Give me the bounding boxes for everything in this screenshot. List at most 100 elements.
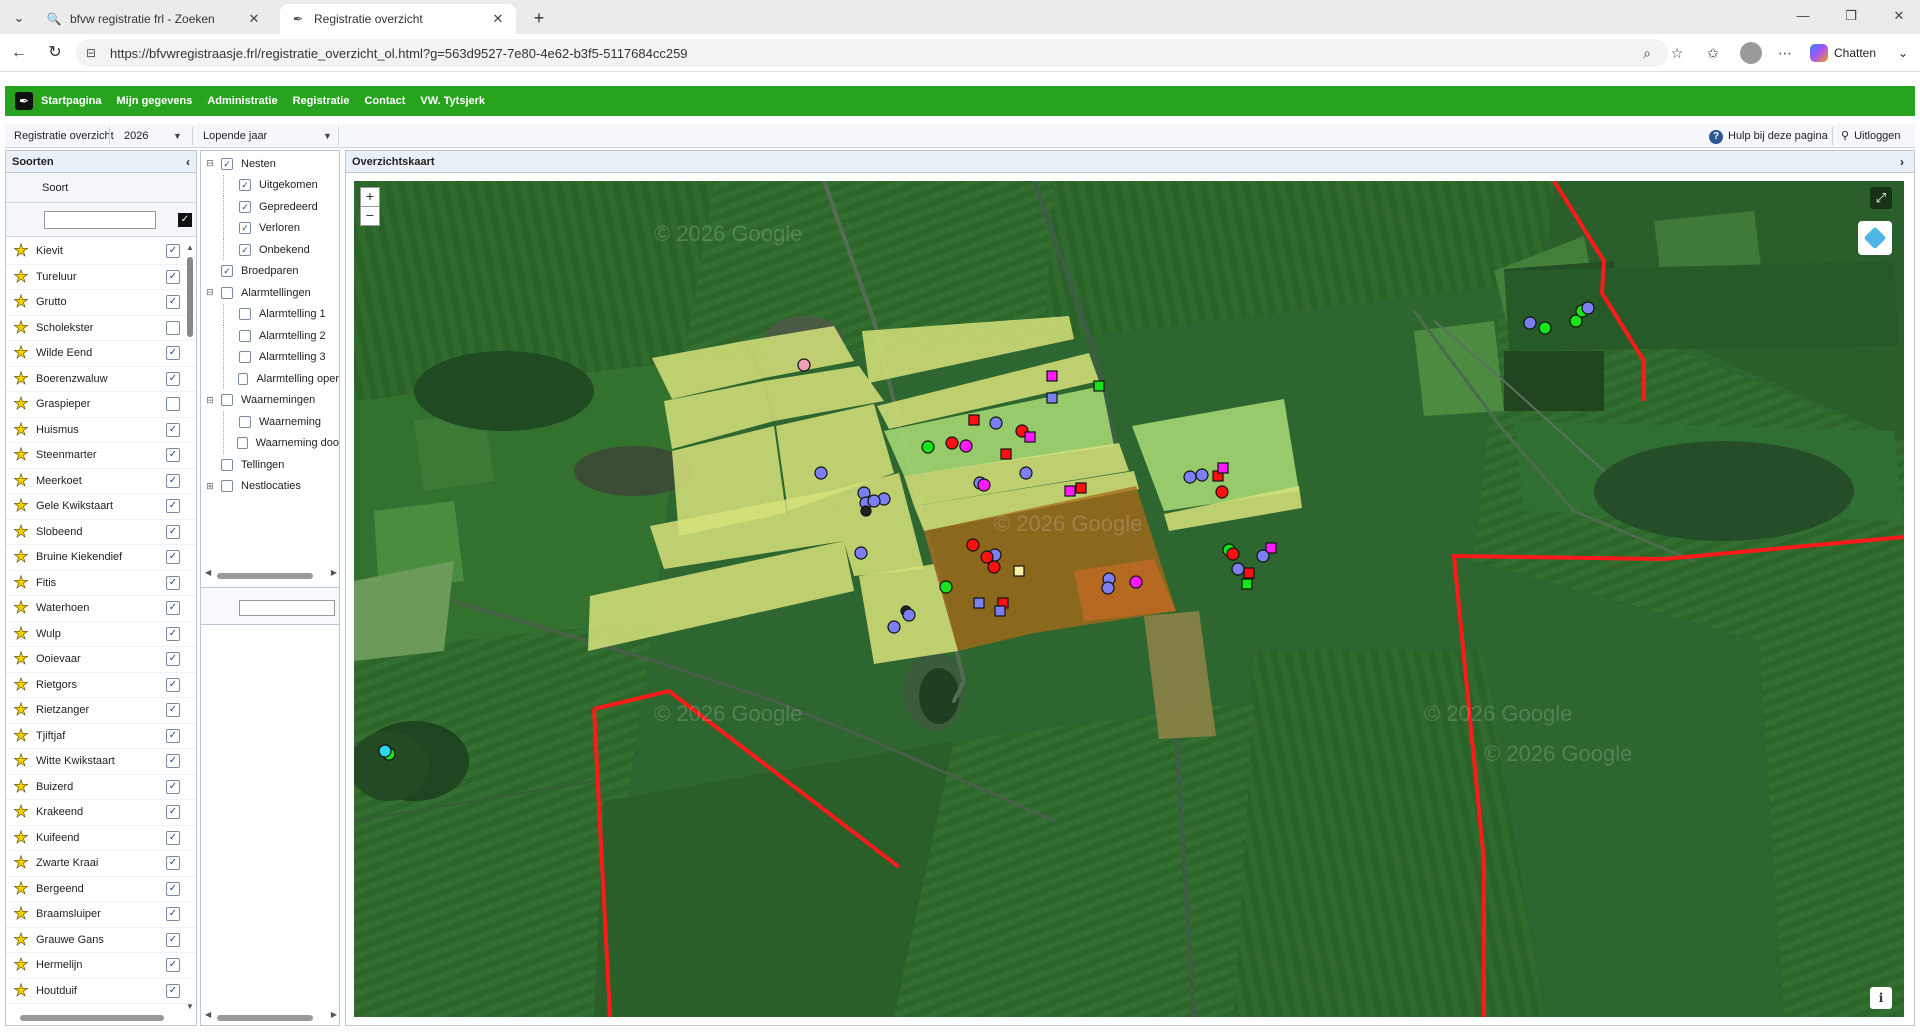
species-row[interactable]: ★ Bergeend ✓	[6, 877, 196, 902]
layer-tree-item[interactable]: ✓ Verloren	[201, 217, 339, 240]
marker-circle[interactable]	[921, 440, 935, 454]
tab-search[interactable]: 🔍 bfvw registratie frl - Zoeken ✕	[36, 4, 272, 34]
species-checkbox[interactable]: ✓	[166, 779, 180, 794]
star-icon[interactable]: ★	[6, 700, 36, 720]
marker-circle[interactable]	[1523, 316, 1537, 330]
scroll-right-icon[interactable]: ▶	[331, 1010, 337, 1019]
species-row[interactable]: ★ Huismus ✓	[6, 418, 196, 443]
layer-checkbox[interactable]	[221, 458, 233, 471]
marker-square[interactable]	[1064, 485, 1076, 497]
star-icon[interactable]: ★	[6, 623, 36, 644]
layer-tree-item[interactable]: ⊟ ✓ Nesten	[201, 153, 339, 175]
collapse-node-icon[interactable]: ⊟	[205, 158, 215, 169]
star-icon[interactable]: ★	[6, 572, 36, 593]
species-checkbox[interactable]: ✓	[166, 575, 180, 590]
star-icon[interactable]: ★	[6, 827, 36, 848]
star-icon[interactable]: ★	[6, 853, 36, 873]
back-arrow-icon[interactable]: ←	[8, 43, 30, 65]
species-checkbox[interactable]: ✓	[166, 805, 180, 820]
layer-tree-item[interactable]: ⊞ Nestlocaties	[201, 476, 339, 498]
marker-circle[interactable]	[814, 466, 828, 480]
species-checkbox[interactable]: ✓	[166, 830, 180, 845]
marker-circle[interactable]	[797, 358, 811, 372]
nav-startpagina[interactable]: Startpagina	[41, 95, 102, 107]
species-row[interactable]: ★ Zwarte Kraai ✓	[6, 851, 196, 877]
close-icon[interactable]: ✕	[490, 11, 506, 27]
marker-circle[interactable]	[939, 580, 953, 594]
star-icon[interactable]: ★	[6, 751, 36, 771]
layer-checkbox[interactable]	[239, 351, 251, 364]
species-row[interactable]: ★ Waterhoen ✓	[6, 596, 196, 622]
marker-circle[interactable]	[1538, 321, 1552, 335]
layer-checkbox[interactable]	[221, 480, 233, 493]
star-icon[interactable]: ★	[6, 241, 36, 261]
marker-circle[interactable]	[1101, 581, 1115, 595]
scroll-right-icon[interactable]: ▶	[331, 568, 337, 577]
marker-circle[interactable]	[1231, 562, 1245, 576]
marker-circle[interactable]	[902, 608, 916, 622]
species-vertical-scrollbar[interactable]: ▲ ▼	[186, 243, 194, 1011]
layer-checkbox[interactable]	[239, 329, 251, 342]
scrollbar-thumb[interactable]	[20, 1015, 164, 1021]
star-icon[interactable]: ★	[6, 878, 36, 899]
marker-circle[interactable]	[1183, 470, 1197, 484]
star-icon[interactable]: ★	[6, 445, 36, 465]
species-checkbox[interactable]: ✓	[166, 652, 180, 667]
new-tab-plus-icon[interactable]: +	[528, 8, 550, 30]
layer-tree-item[interactable]: Tellingen	[201, 454, 339, 476]
species-row[interactable]: ★ Ooievaar ✓	[6, 647, 196, 673]
tab-list-chevron-icon[interactable]: ⌄	[8, 7, 30, 29]
species-row[interactable]: ★ Scholekster	[6, 316, 196, 341]
species-checkbox[interactable]: ✓	[166, 295, 180, 310]
species-row[interactable]: ★ Slobeend ✓	[6, 520, 196, 545]
species-row[interactable]: ★ Gele Kwikstaart ✓	[6, 494, 196, 520]
map-view[interactable]: © 2026 Google © 2026 Google © 2026 Googl…	[354, 181, 1904, 1017]
species-checkbox[interactable]: ✓	[166, 626, 180, 641]
star-icon[interactable]: ★	[6, 547, 36, 567]
layer-checkbox[interactable]	[221, 394, 233, 407]
logout-button[interactable]: ⚲ Uitloggen	[1841, 124, 1901, 148]
species-row[interactable]: ★ Grutto ✓	[6, 290, 196, 316]
star-icon[interactable]: ★	[6, 292, 36, 312]
marker-circle[interactable]	[945, 436, 959, 450]
star-icon[interactable]: ★	[6, 368, 36, 389]
marker-square[interactable]	[1046, 370, 1058, 382]
window-close-icon[interactable]: ✕	[1884, 8, 1914, 24]
view-select[interactable]: Registratie overzicht	[14, 124, 114, 148]
species-checkbox[interactable]: ✓	[166, 346, 180, 361]
species-row[interactable]: ★ Buizerd ✓	[6, 775, 196, 800]
species-checkbox[interactable]: ✓	[166, 907, 180, 922]
marker-circle[interactable]	[959, 439, 973, 453]
species-row[interactable]: ★ Tjiftjaf ✓	[6, 724, 196, 749]
scroll-down-icon[interactable]: ▼	[186, 1002, 194, 1011]
scroll-left-icon[interactable]: ◀	[205, 568, 211, 577]
star-icon[interactable]: ★	[6, 776, 36, 797]
layers-filter-input[interactable]	[239, 600, 335, 616]
layer-checkbox[interactable]: ✓	[239, 243, 251, 256]
star-icon[interactable]: ★	[6, 929, 36, 950]
layer-tree-item[interactable]: Waarneming doo	[201, 432, 339, 455]
marker-square[interactable]	[1217, 462, 1229, 474]
column-header-soort[interactable]: Soort	[6, 173, 196, 203]
species-checkbox[interactable]: ✓	[166, 983, 180, 998]
nav-mijn-gegevens[interactable]: Mijn gegevens	[117, 95, 193, 107]
marker-circle[interactable]	[977, 478, 991, 492]
layer-checkbox[interactable]	[237, 372, 249, 385]
period-dropdown-icon[interactable]: ▼	[323, 124, 332, 148]
nav-contact[interactable]: Contact	[364, 95, 405, 107]
star-icon[interactable]: ★	[6, 649, 36, 669]
layer-tree-item[interactable]: Alarmtelling 2	[201, 325, 339, 347]
more-menu-icon[interactable]: ⋯	[1774, 43, 1796, 65]
species-row[interactable]: ★ Boerenzwaluw ✓	[6, 367, 196, 392]
species-checkbox[interactable]	[166, 397, 180, 412]
marker-circle[interactable]	[860, 505, 872, 517]
zoom-out-button[interactable]: −	[360, 206, 380, 226]
species-row[interactable]: ★ Tureluur ✓	[6, 265, 196, 290]
marker-square[interactable]	[1075, 482, 1087, 494]
star-icon[interactable]: ★	[6, 343, 36, 363]
species-filter-input[interactable]	[44, 211, 156, 229]
scrollbar-thumb[interactable]	[217, 573, 313, 579]
species-row[interactable]: ★Huiszwaluw✓	[6, 1004, 196, 1005]
layer-tree-item[interactable]: ⊟ Alarmtellingen	[201, 282, 339, 304]
star-icon[interactable]: ★	[6, 521, 36, 542]
